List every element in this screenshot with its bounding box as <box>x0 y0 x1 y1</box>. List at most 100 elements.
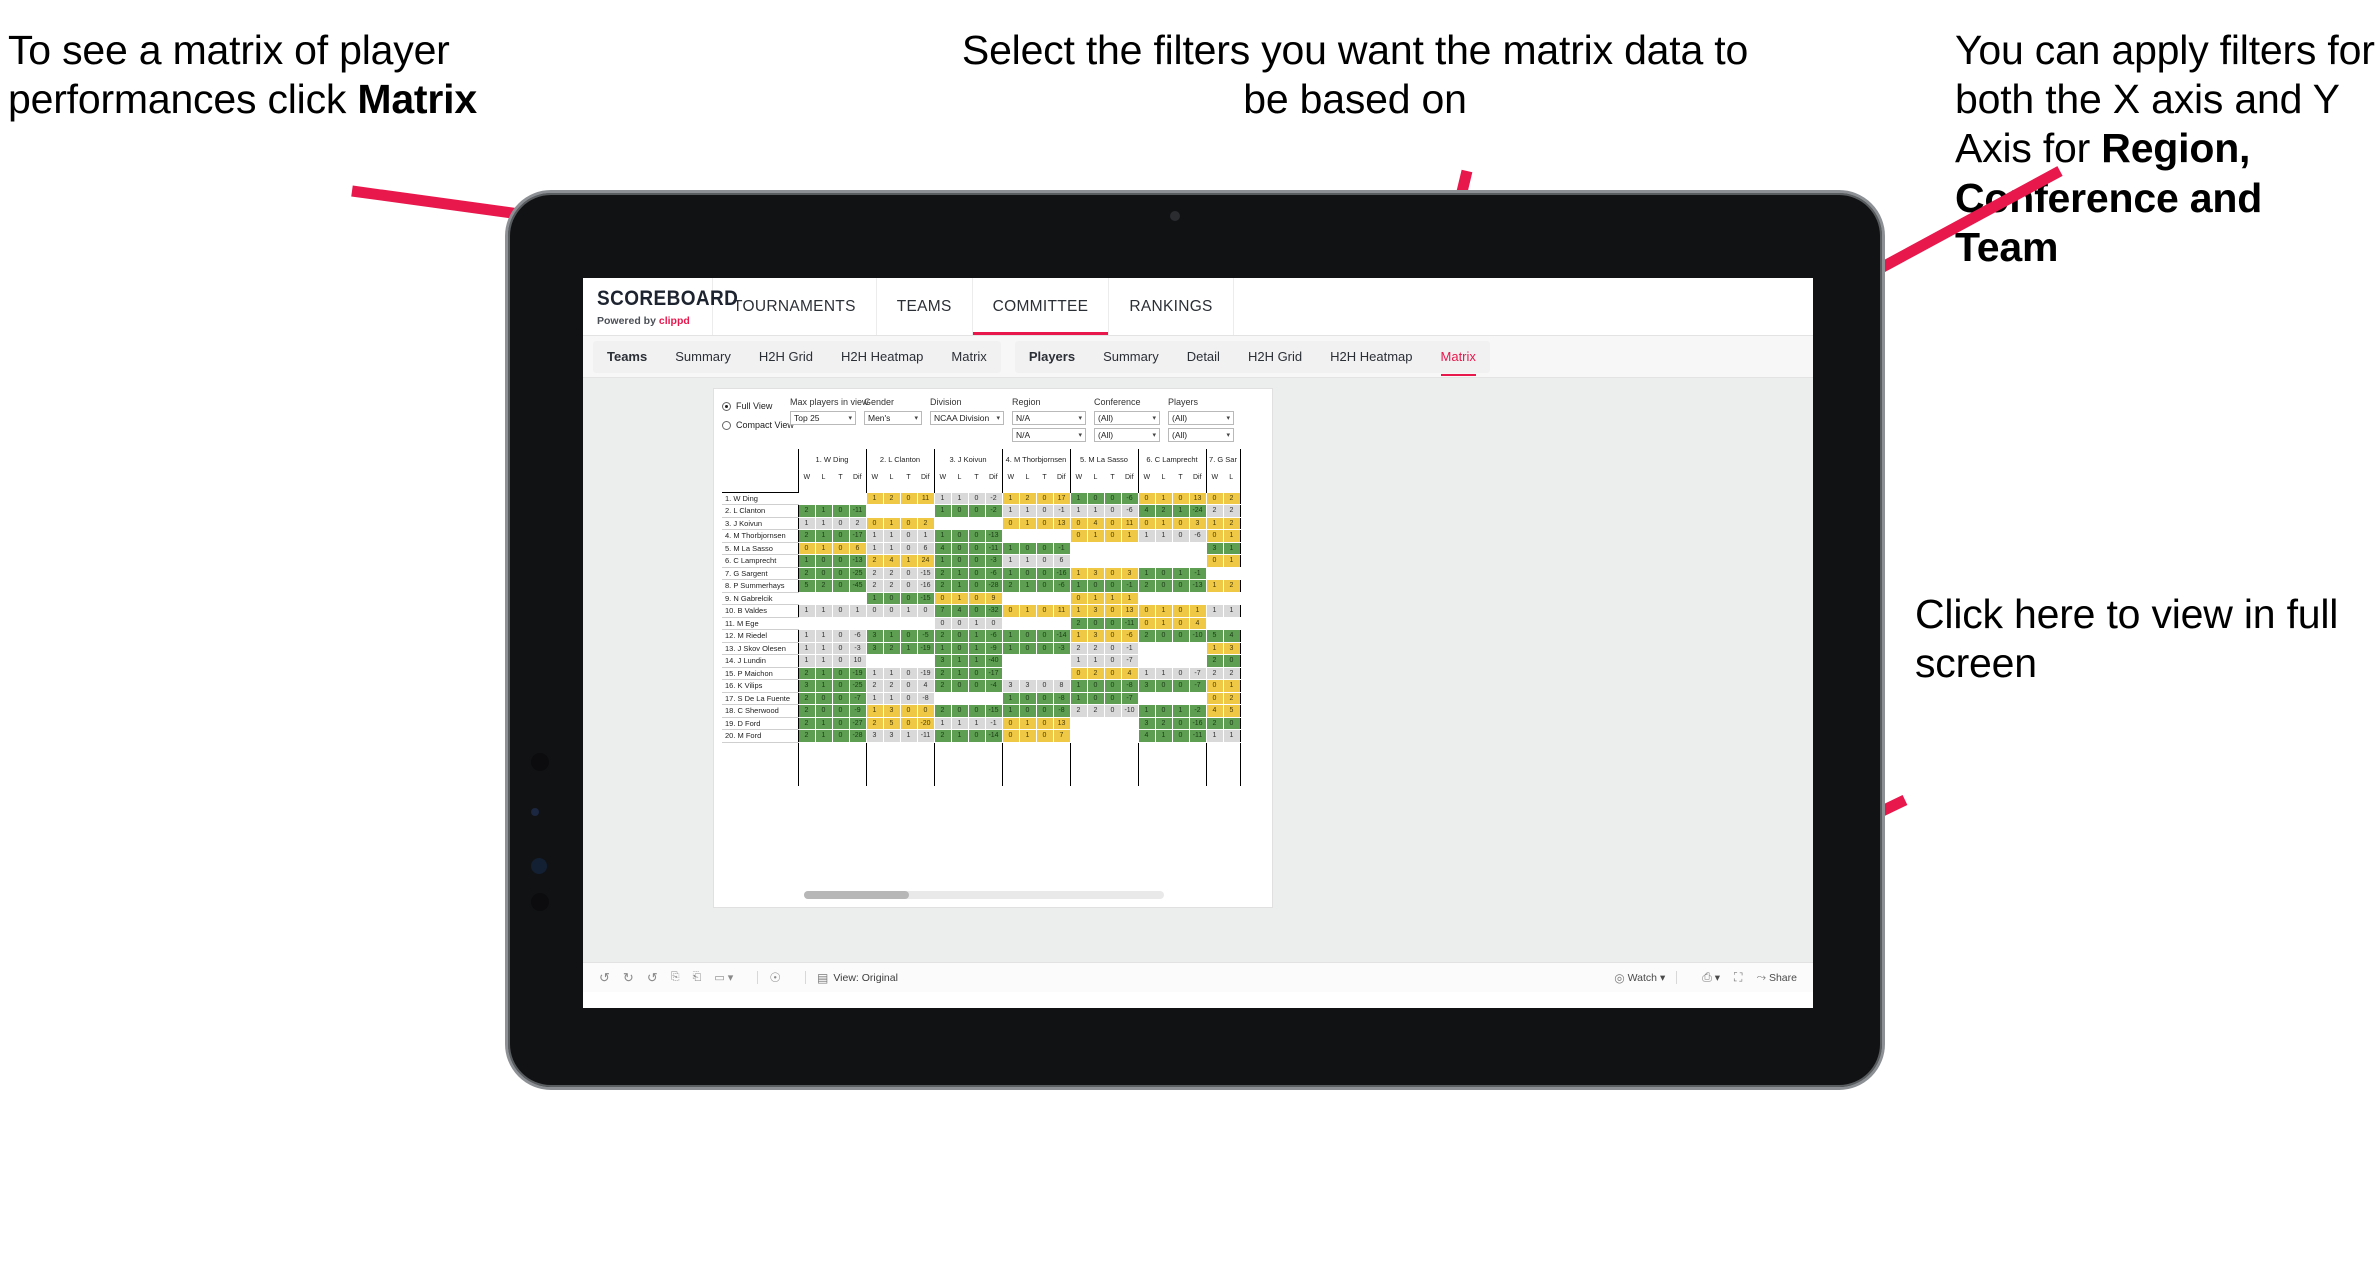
matrix-cell[interactable]: -11 <box>984 541 1003 555</box>
matrix-cell[interactable] <box>899 616 918 630</box>
matrix-cell[interactable]: -32 <box>984 604 1003 618</box>
matrix-cell[interactable]: 13 <box>1052 716 1071 730</box>
matrix-cell[interactable] <box>1120 729 1139 743</box>
matrix-cell[interactable]: 1 <box>1222 729 1241 743</box>
matrix-cell[interactable]: 0 <box>1035 554 1054 568</box>
matrix-cell[interactable]: 2 <box>797 566 816 580</box>
filter-conference-select-x[interactable]: (All) ▾ <box>1094 411 1160 425</box>
matrix-cell[interactable]: 0 <box>1171 579 1190 593</box>
matrix-cell[interactable]: 0 <box>1103 516 1122 530</box>
matrix-cell[interactable] <box>797 591 816 605</box>
matrix-cell[interactable]: 1 <box>797 604 816 618</box>
matrix-cell[interactable]: -13 <box>984 529 1003 543</box>
matrix-cell[interactable]: 1 <box>882 666 901 680</box>
matrix-cell[interactable]: 1 <box>882 629 901 643</box>
matrix-cell[interactable] <box>1035 529 1054 543</box>
matrix-cell[interactable]: 1 <box>1154 491 1173 505</box>
subnav-item-players-h2h-grid[interactable]: H2H Grid <box>1234 341 1316 373</box>
download-button[interactable]: ⎙ ▾ <box>1702 970 1720 985</box>
matrix-cell[interactable]: 0 <box>1137 491 1156 505</box>
matrix-cell[interactable] <box>1137 654 1156 668</box>
matrix-cell[interactable]: 3 <box>1018 679 1037 693</box>
matrix-cell[interactable]: -8 <box>916 691 935 705</box>
matrix-cell[interactable] <box>1188 541 1207 555</box>
matrix-cell[interactable]: 0 <box>797 541 816 555</box>
matrix-cell[interactable]: 3 <box>1205 541 1224 555</box>
matrix-cell[interactable]: 2 <box>882 491 901 505</box>
matrix-cell[interactable]: -25 <box>848 679 867 693</box>
matrix-cell[interactable]: 0 <box>1103 679 1122 693</box>
matrix-row-label[interactable]: 20. M Ford <box>722 729 798 743</box>
matrix-cell[interactable]: 0 <box>1137 604 1156 618</box>
matrix-cell[interactable]: 0 <box>1137 516 1156 530</box>
matrix-cell[interactable]: -1 <box>1188 566 1207 580</box>
matrix-row-label[interactable]: 10. B Valdes <box>722 604 798 618</box>
matrix-cell[interactable]: 0 <box>967 491 986 505</box>
matrix-cell[interactable]: 1 <box>1137 529 1156 543</box>
filter-players-select-y[interactable]: (All) ▾ <box>1168 428 1234 442</box>
matrix-cell[interactable]: 0 <box>1001 716 1020 730</box>
matrix-cell[interactable]: 1 <box>1001 541 1020 555</box>
matrix-cell[interactable]: 3 <box>865 629 884 643</box>
matrix-cell[interactable]: 4 <box>1205 704 1224 718</box>
matrix-row-label[interactable]: 19. D Ford <box>722 717 798 730</box>
matrix-cell[interactable]: 1 <box>797 554 816 568</box>
matrix-cell[interactable]: 1 <box>814 729 833 743</box>
matrix-cell[interactable]: 1 <box>1103 591 1122 605</box>
matrix-cell[interactable]: 1 <box>814 666 833 680</box>
refresh-icon[interactable]: ↺ <box>647 970 658 986</box>
filter-conference-select-y[interactable]: (All) ▾ <box>1094 428 1160 442</box>
matrix-cell[interactable]: 1 <box>950 579 969 593</box>
matrix-cell[interactable]: 1 <box>933 529 952 543</box>
matrix-cell[interactable]: 1 <box>1222 541 1241 555</box>
matrix-cell[interactable] <box>831 591 850 605</box>
matrix-cell[interactable]: -1 <box>1120 641 1139 655</box>
matrix-cell[interactable]: 0 <box>814 554 833 568</box>
matrix-cell[interactable]: 1 <box>1069 654 1088 668</box>
matrix-cell[interactable] <box>1018 666 1037 680</box>
matrix-cell[interactable] <box>950 691 969 705</box>
matrix-cell[interactable]: 1 <box>1001 629 1020 643</box>
matrix-cell[interactable] <box>1222 566 1241 580</box>
matrix-cell[interactable]: 1 <box>848 604 867 618</box>
matrix-cell[interactable]: 1 <box>950 566 969 580</box>
matrix-cell[interactable]: 1 <box>865 591 884 605</box>
matrix-cell[interactable]: -10 <box>1120 704 1139 718</box>
matrix-cell[interactable] <box>1205 591 1224 605</box>
matrix-cell[interactable]: 1 <box>1018 604 1037 618</box>
pause-icon[interactable]: ⎘ <box>671 971 680 984</box>
matrix-cell[interactable]: 0 <box>831 629 850 643</box>
matrix-cell[interactable]: 0 <box>950 629 969 643</box>
matrix-cell[interactable]: 1 <box>814 641 833 655</box>
matrix-cell[interactable]: 1 <box>933 504 952 518</box>
matrix-cell[interactable]: 2 <box>1222 579 1241 593</box>
matrix-row-label[interactable]: 15. P Maichon <box>722 667 798 680</box>
matrix-cell[interactable]: -1 <box>984 716 1003 730</box>
matrix-cell[interactable] <box>1086 716 1105 730</box>
matrix-cell[interactable]: 0 <box>1035 516 1054 530</box>
matrix-column-header[interactable]: 5. M La Sasso <box>1069 449 1138 469</box>
matrix-cell[interactable]: 0 <box>1154 566 1173 580</box>
matrix-cell[interactable]: 3 <box>1137 716 1156 730</box>
matrix-cell[interactable]: 2 <box>882 566 901 580</box>
matrix-cell[interactable]: 1 <box>1222 529 1241 543</box>
matrix-cell[interactable]: 0 <box>1069 516 1088 530</box>
matrix-cell[interactable] <box>1171 554 1190 568</box>
matrix-cell[interactable]: 0 <box>831 691 850 705</box>
matrix-cell[interactable]: 0 <box>831 504 850 518</box>
matrix-cell[interactable]: 2 <box>865 716 884 730</box>
matrix-cell[interactable]: 2 <box>1222 666 1241 680</box>
matrix-cell[interactable]: 0 <box>899 491 918 505</box>
matrix-cell[interactable]: 1 <box>1001 504 1020 518</box>
matrix-cell[interactable]: -3 <box>1052 641 1071 655</box>
matrix-cell[interactable] <box>1035 616 1054 630</box>
matrix-cell[interactable]: 1 <box>1018 504 1037 518</box>
matrix-cell[interactable]: 0 <box>1171 604 1190 618</box>
topnav-item-teams[interactable]: TEAMS <box>877 278 973 335</box>
matrix-cell[interactable]: -16 <box>1188 716 1207 730</box>
matrix-cell[interactable]: 1 <box>1154 729 1173 743</box>
matrix-cell[interactable]: 0 <box>950 529 969 543</box>
matrix-cell[interactable]: 2 <box>797 529 816 543</box>
matrix-cell[interactable]: 5 <box>1205 629 1224 643</box>
matrix-cell[interactable]: 1 <box>1001 641 1020 655</box>
